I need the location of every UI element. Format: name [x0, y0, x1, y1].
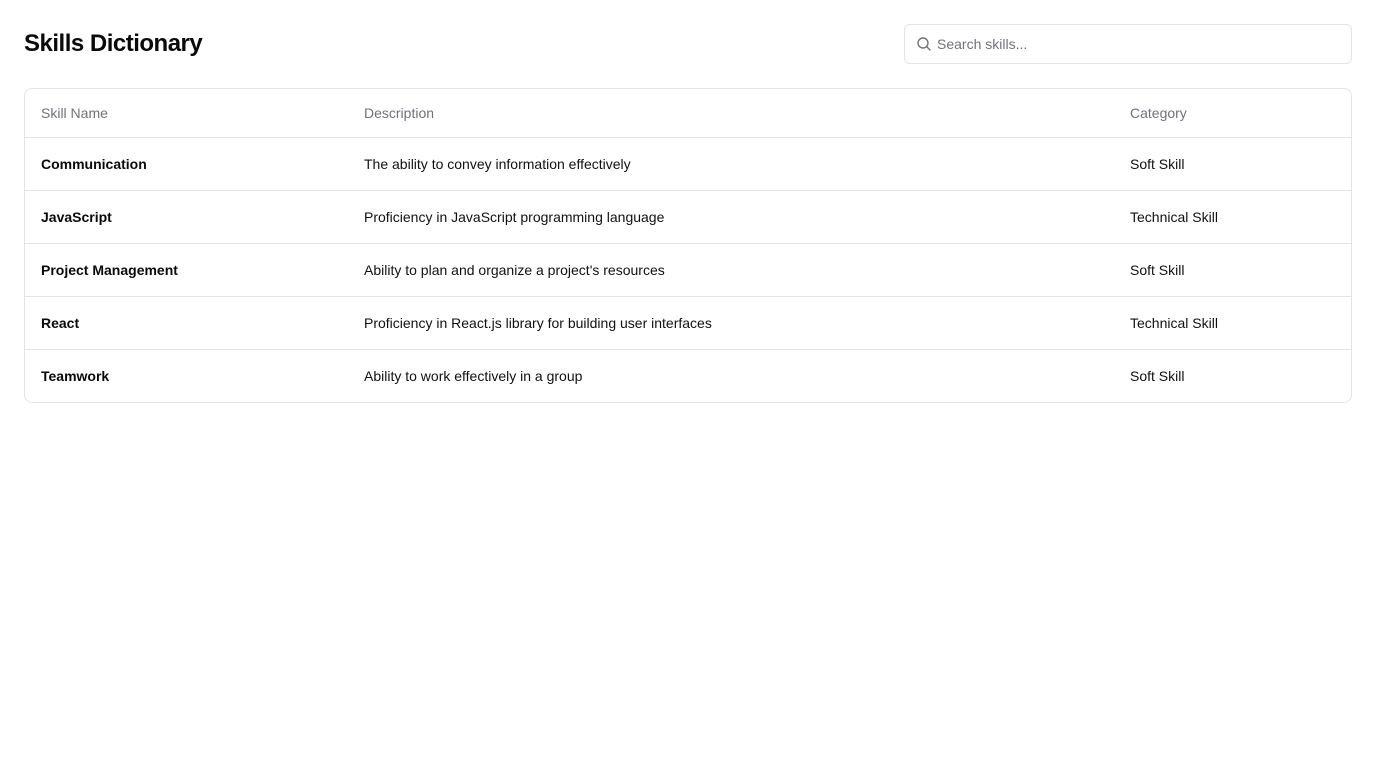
description-cell: Ability to plan and organize a project's…: [348, 243, 1114, 297]
skill-name-cell: Teamwork: [41, 368, 110, 384]
description-cell: Ability to work effectively in a group: [364, 368, 583, 384]
page-header: Skills Dictionary: [24, 24, 1352, 64]
search-input[interactable]: [905, 25, 1351, 63]
skill-name-cell: Communication: [25, 137, 348, 191]
table-header: Skill Name Description Category: [25, 89, 1351, 138]
skill-name-cell: JavaScript: [25, 190, 348, 244]
skills-table-card: Skill Name Description Category Communic…: [24, 88, 1352, 403]
description-cell: Proficiency in JavaScript programming la…: [348, 190, 1114, 244]
description-cell: Proficiency in React.js library for buil…: [348, 296, 1114, 350]
skills-table: Skill Name Description Category Communic…: [25, 89, 1351, 402]
table-body: Communication The ability to convey info…: [25, 137, 1351, 403]
skills-dictionary-page: Skills Dictionary Skill Name Description: [0, 0, 1376, 768]
table-row[interactable]: Teamwork Ability to work effectively in …: [25, 350, 1351, 403]
page-title: Skills Dictionary: [24, 30, 203, 57]
table-row[interactable]: Project Management Ability to plan and o…: [25, 243, 1351, 297]
column-header-description[interactable]: Description: [348, 89, 1114, 138]
table-row[interactable]: JavaScript Proficiency in JavaScript pro…: [25, 190, 1351, 244]
description-cell: The ability to convey information effect…: [348, 137, 1114, 191]
skill-name-cell: React: [25, 296, 348, 350]
column-header-skill-name[interactable]: Skill Name: [25, 89, 348, 138]
category-cell: Technical Skill: [1114, 296, 1351, 350]
column-header-category[interactable]: Category: [1114, 89, 1351, 138]
search-box[interactable]: [904, 24, 1352, 64]
table-row[interactable]: React Proficiency in React.js library fo…: [25, 296, 1351, 350]
category-cell: Soft Skill: [1130, 368, 1185, 384]
category-cell: Soft Skill: [1114, 137, 1351, 191]
table-row[interactable]: Communication The ability to convey info…: [25, 137, 1351, 191]
skill-name-cell: Project Management: [25, 243, 348, 297]
table-header-row: Skill Name Description Category: [25, 89, 1351, 138]
category-cell: Technical Skill: [1114, 190, 1351, 244]
category-cell: Soft Skill: [1114, 243, 1351, 297]
